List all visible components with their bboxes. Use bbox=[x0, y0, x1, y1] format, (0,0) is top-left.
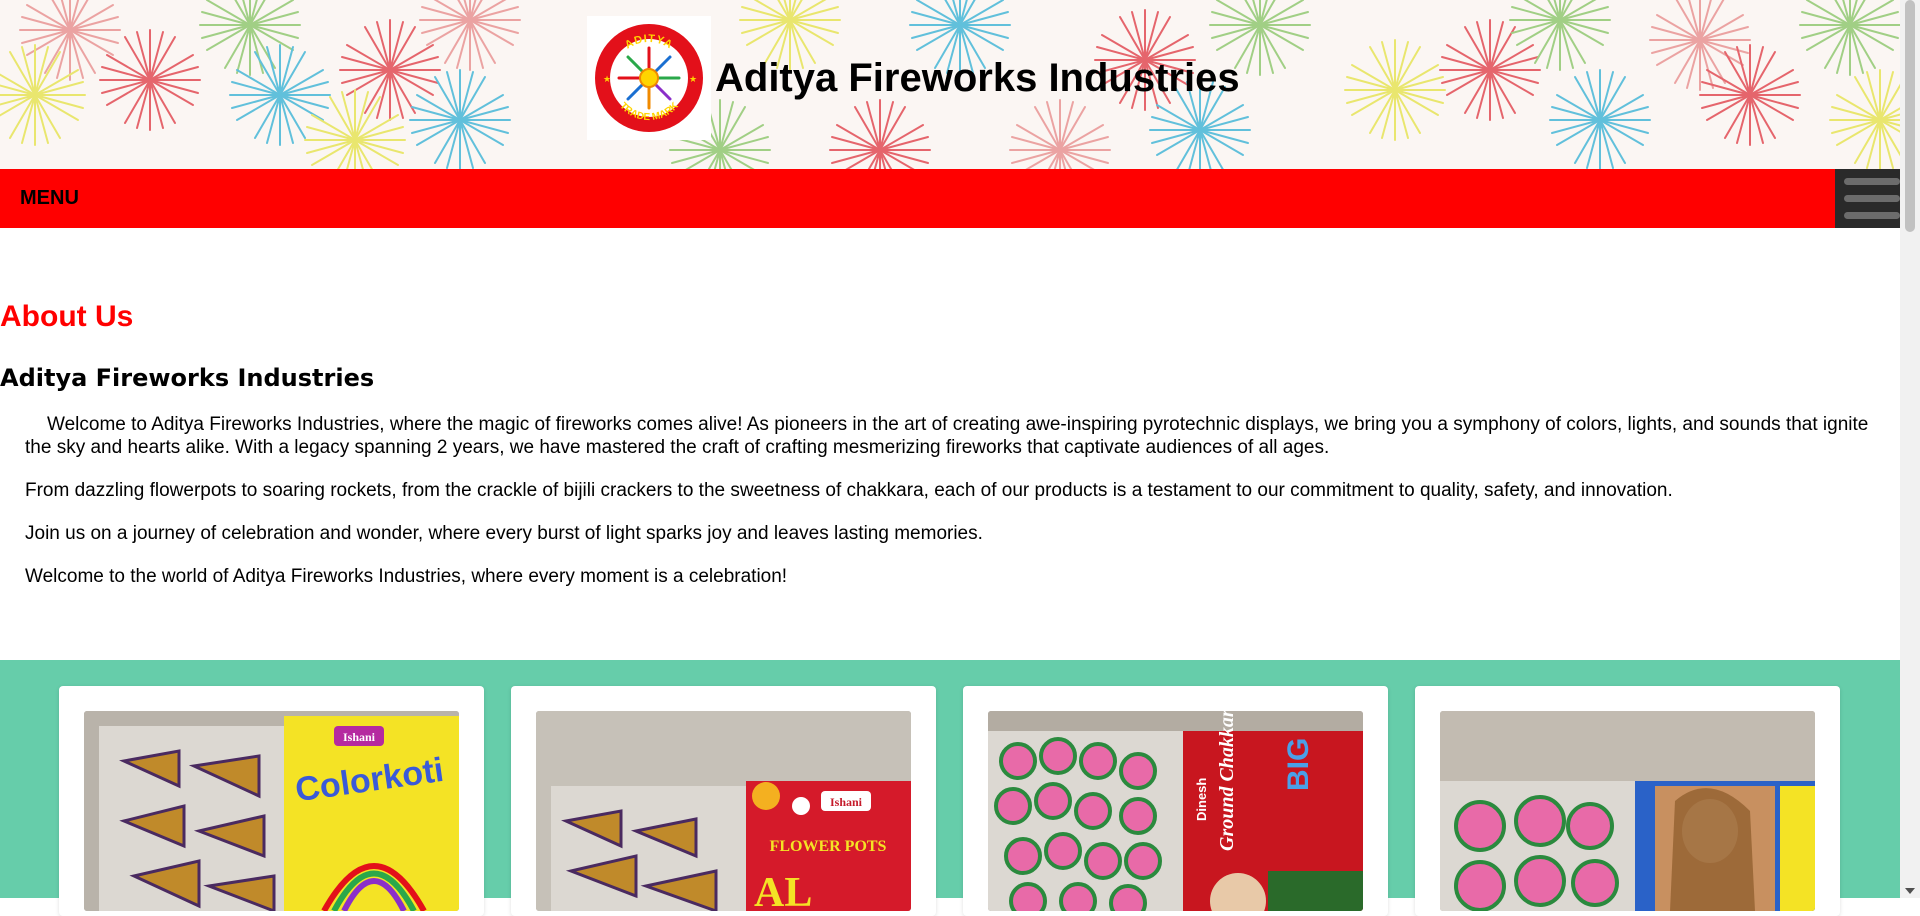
product-card[interactable]: Ishani Colorkoti bbox=[59, 686, 484, 916]
about-paragraph: Welcome to Aditya Fireworks Industries, … bbox=[25, 414, 1869, 458]
product-card[interactable]: Ishani FLOWER POTS AL bbox=[511, 686, 936, 916]
product-image[interactable]: Dinesh Ground Chakkar BIG bbox=[988, 711, 1363, 911]
sun-logo-icon: ADITYA TRADE MARK ★ ★ bbox=[595, 24, 703, 132]
about-heading: About Us bbox=[0, 300, 134, 333]
product-image[interactable]: Ishani FLOWER POTS AL bbox=[536, 711, 911, 911]
hamburger-menu-button[interactable] bbox=[1835, 169, 1900, 228]
about-paragraph: Welcome to the world of Aditya Fireworks… bbox=[25, 566, 788, 587]
product-box-text: FLOWER POTS bbox=[770, 838, 887, 855]
scroll-down-arrow-icon[interactable] bbox=[1905, 888, 1915, 894]
product-box-text: Ground Chakkar bbox=[1216, 711, 1238, 851]
menu-label[interactable]: MENU bbox=[20, 187, 79, 210]
svg-text:★: ★ bbox=[603, 75, 611, 85]
product-box-text-2: BIG bbox=[1282, 738, 1315, 791]
vertical-scrollbar[interactable] bbox=[1900, 0, 1920, 898]
about-paragraph: Join us on a journey of celebration and … bbox=[25, 523, 983, 544]
products-section: Ishani Colorkoti Ishani FLOWER POTS AL D… bbox=[0, 660, 1900, 916]
product-brand-text: Dinesh bbox=[1194, 778, 1209, 821]
header-banner: ADITYA TRADE MARK ★ ★ Aditya Fireworks I… bbox=[0, 0, 1900, 169]
product-brand-text: Ishani bbox=[343, 730, 376, 744]
logo[interactable]: ADITYA TRADE MARK ★ ★ bbox=[587, 16, 711, 140]
site-title[interactable]: Aditya Fireworks Industries bbox=[715, 56, 1240, 101]
svg-text:★: ★ bbox=[689, 75, 697, 85]
product-image[interactable]: Ishani Colorkoti bbox=[84, 711, 459, 911]
product-card[interactable] bbox=[1415, 686, 1840, 916]
nav-bar: MENU bbox=[0, 169, 1900, 228]
scrollbar-thumb[interactable] bbox=[1905, 0, 1915, 232]
about-paragraph: From dazzling flowerpots to soaring rock… bbox=[25, 480, 1673, 501]
product-card[interactable]: Dinesh Ground Chakkar BIG bbox=[963, 686, 1388, 916]
product-box-text-partial: AL bbox=[754, 870, 812, 911]
company-name-heading: Aditya Fireworks Industries bbox=[0, 364, 375, 392]
product-brand-text: Ishani bbox=[830, 795, 863, 809]
product-image[interactable] bbox=[1440, 711, 1815, 911]
about-text: Welcome to Aditya Fireworks Industries, … bbox=[25, 413, 1880, 608]
brand[interactable]: ADITYA TRADE MARK ★ ★ Aditya Fireworks I… bbox=[587, 16, 1240, 140]
